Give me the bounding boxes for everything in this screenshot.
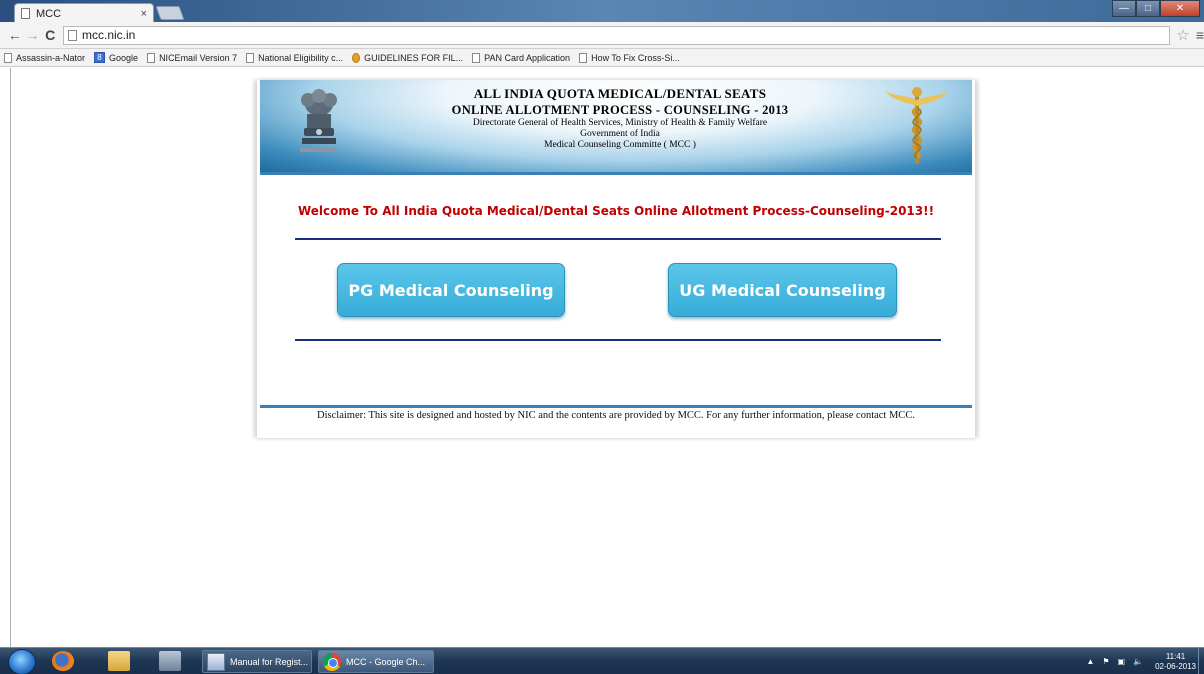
footer-divider xyxy=(260,405,972,408)
bookmark-label: National Eligibility c... xyxy=(258,52,344,63)
menu-icon[interactable]: ≡ xyxy=(1196,27,1204,43)
tab-title: MCC xyxy=(36,7,62,20)
disclaimer-text: Disclaimer: This site is designed and ho… xyxy=(317,410,915,421)
windows-taskbar: Manual for Regist... MCC - Google Ch... … xyxy=(0,647,1204,674)
close-window-button[interactable]: ✕ xyxy=(1160,0,1200,17)
welcome-message: Welcome To All India Quota Medical/Denta… xyxy=(297,204,935,218)
google-icon: 8 xyxy=(94,52,106,63)
bookmark-star-icon[interactable]: ☆ xyxy=(1176,26,1189,44)
header-text-block: ALL INDIA QUOTA MEDICAL/DENTAL SEATS ONL… xyxy=(360,86,880,151)
bookmark-item[interactable]: PAN Card Application xyxy=(472,52,571,63)
network-icon[interactable]: ▣ xyxy=(1118,657,1126,666)
page-icon xyxy=(147,52,156,63)
address-bar[interactable]: mcc.nic.in xyxy=(63,25,1171,45)
maximize-button[interactable]: □ xyxy=(1136,0,1160,17)
mcc-page-container: ALL INDIA QUOTA MEDICAL/DENTAL SEATS ONL… xyxy=(257,80,975,438)
header-government: Government of India xyxy=(580,129,660,139)
bookmark-label: PAN Card Application xyxy=(484,52,571,63)
action-center-flag-icon[interactable]: ⚑ xyxy=(1102,657,1109,666)
file-explorer-icon[interactable] xyxy=(108,651,130,671)
page-icon xyxy=(21,8,30,19)
bookmark-item[interactable]: National Eligibility c... xyxy=(246,52,344,63)
bookmark-label: Assassin-a-Nator xyxy=(16,52,86,63)
header-directorate: Directorate General of Health Services, … xyxy=(472,118,768,128)
bookmark-label: NICEmail Version 7 xyxy=(159,52,238,63)
page-icon xyxy=(246,52,255,63)
page-icon xyxy=(68,29,78,41)
header-divider xyxy=(260,172,972,175)
header-subtitle: ONLINE ALLOTMENT PROCESS - COUNSELING - … xyxy=(451,103,789,117)
page-icon xyxy=(579,52,588,63)
bookmark-item[interactable]: Assassin-a-Nator xyxy=(4,52,86,63)
task-label: MCC - Google Ch... xyxy=(346,656,426,667)
header-title: ALL INDIA QUOTA MEDICAL/DENTAL SEATS xyxy=(473,86,767,101)
forward-arrow-icon[interactable]: → xyxy=(24,27,42,43)
back-arrow-icon[interactable]: ← xyxy=(6,27,24,43)
bottom-divider xyxy=(295,339,941,341)
window-controls: — □ ✕ xyxy=(1112,0,1200,17)
new-tab-button[interactable] xyxy=(155,6,185,20)
taskbar-item-chrome[interactable]: MCC - Google Ch... xyxy=(318,650,434,673)
guidelines-icon xyxy=(352,52,361,63)
caduceus-icon xyxy=(884,87,950,164)
header-committee: Medical Counseling Committe ( MCC ) xyxy=(544,140,696,150)
address-text: mcc.nic.in xyxy=(82,28,136,42)
minimize-button[interactable]: — xyxy=(1112,0,1136,17)
bookmark-item[interactable]: How To Fix Cross-Si... xyxy=(579,52,680,63)
start-button[interactable] xyxy=(8,649,36,674)
ug-medical-counseling-button[interactable]: UG Medical Counseling xyxy=(668,263,897,317)
bookmark-label: How To Fix Cross-Si... xyxy=(591,52,680,63)
tray-expand-icon[interactable]: ▲ xyxy=(1086,657,1094,666)
clock-date: 02-06-2013 xyxy=(1155,661,1196,671)
firefox-icon[interactable] xyxy=(52,651,74,671)
task-label: Manual for Regist... xyxy=(230,656,309,667)
bookmark-label: Google xyxy=(109,52,139,63)
taskbar-item-word[interactable]: Manual for Regist... xyxy=(202,650,312,673)
bookmark-label: GUIDELINES FOR FIL... xyxy=(364,52,464,63)
word-doc-icon xyxy=(207,652,225,671)
bookmark-item[interactable]: 8 Google xyxy=(94,52,138,63)
chrome-logo-icon xyxy=(323,652,341,671)
top-divider xyxy=(295,238,941,240)
national-emblem-icon xyxy=(300,89,338,152)
tab-close-button[interactable]: × xyxy=(141,8,147,20)
page-icon xyxy=(4,52,12,63)
clock[interactable]: 11:41 02-06-2013 xyxy=(1155,652,1196,672)
tab-mcc[interactable]: MCC × xyxy=(14,3,154,23)
bookmark-item[interactable]: GUIDELINES FOR FIL... xyxy=(352,52,464,63)
volume-icon[interactable]: 🔈 xyxy=(1133,657,1143,666)
pg-medical-counseling-button[interactable]: PG Medical Counseling xyxy=(337,263,565,317)
show-desktop-button[interactable] xyxy=(1198,648,1204,674)
system-tray: ▲ ⚑ ▣ 🔈 11:41 02-06-2013 xyxy=(1078,650,1196,673)
tools-icon[interactable] xyxy=(159,651,181,671)
bookmark-item[interactable]: NICEmail Version 7 xyxy=(147,52,238,63)
browser-toolbar: ← → C mcc.nic.in ☆ ≡ xyxy=(0,22,1204,49)
browser-titlebar: MCC × — □ ✕ xyxy=(0,0,1204,23)
site-header: ALL INDIA QUOTA MEDICAL/DENTAL SEATS ONL… xyxy=(260,80,972,172)
bookmarks-bar: Assassin-a-Nator 8 Google NICEmail Versi… xyxy=(0,49,1204,67)
clock-time: 11:41 xyxy=(1165,651,1186,661)
page-icon xyxy=(472,52,481,63)
reload-icon[interactable]: C xyxy=(41,27,59,43)
